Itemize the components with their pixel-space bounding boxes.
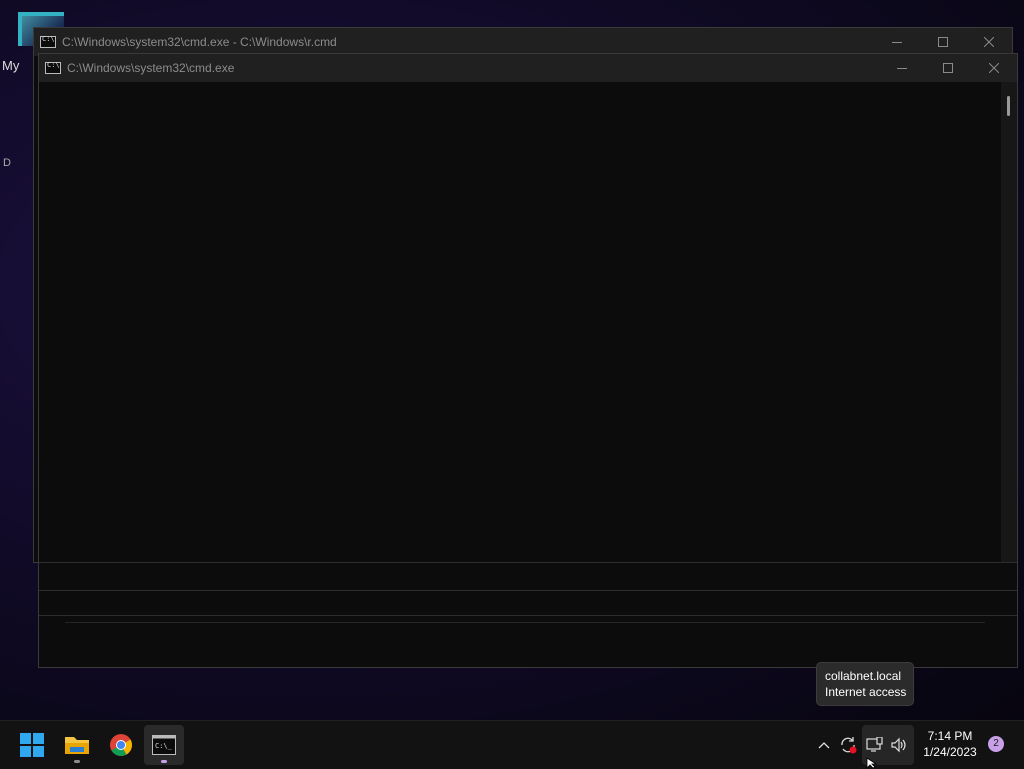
- inner-panel-edge: [65, 616, 985, 623]
- close-button[interactable]: [966, 28, 1012, 56]
- folder-icon: [65, 737, 89, 754]
- vertical-scrollbar[interactable]: [1001, 82, 1017, 563]
- desktop-icon-label[interactable]: My: [2, 58, 19, 73]
- minimize-button[interactable]: [874, 28, 920, 56]
- network-tooltip: collabnet.local Internet access: [816, 662, 914, 706]
- cmd-icon: [45, 61, 61, 74]
- mouse-cursor-icon: [866, 757, 878, 769]
- sync-status-button[interactable]: [836, 721, 860, 769]
- volume-icon: [891, 737, 906, 753]
- network-icon: [866, 737, 883, 752]
- maximize-button[interactable]: [925, 54, 971, 82]
- minimize-icon: [892, 42, 902, 43]
- start-button[interactable]: [12, 725, 52, 765]
- chrome-icon: [110, 734, 132, 756]
- command-prompt-button[interactable]: C:\_: [144, 725, 184, 765]
- cmd-icon: [40, 35, 56, 48]
- file-explorer-button[interactable]: [57, 725, 97, 765]
- close-button[interactable]: [971, 54, 1017, 82]
- sync-icon: [841, 737, 857, 754]
- notification-badge[interactable]: 2: [988, 736, 1004, 752]
- divider: [39, 590, 1017, 591]
- maximize-icon: [943, 63, 953, 73]
- cmd-window-back-titlebar[interactable]: C:\Windows\system32\cmd.exe - C:\Windows…: [34, 28, 1012, 56]
- minimize-button[interactable]: [879, 54, 925, 82]
- desktop-icon-label-2[interactable]: D: [3, 157, 11, 169]
- clock[interactable]: 7:14 PM 1/24/2023: [918, 728, 982, 760]
- clock-time: 7:14 PM: [927, 729, 973, 743]
- active-indicator: [161, 760, 167, 763]
- chrome-button[interactable]: [101, 725, 141, 765]
- tooltip-status: Internet access: [825, 685, 907, 699]
- windows-logo-icon: [20, 733, 44, 757]
- tooltip-domain: collabnet.local: [825, 669, 902, 683]
- cmd-window-front-titlebar[interactable]: C:\Windows\system32\cmd.exe: [39, 54, 1017, 82]
- window-title: C:\Windows\system32\cmd.exe: [67, 61, 235, 75]
- clock-date: 1/24/2023: [923, 745, 977, 759]
- tray-overflow-button[interactable]: [812, 721, 836, 769]
- scrollbar-thumb[interactable]: [1007, 96, 1010, 116]
- window-title: C:\Windows\system32\cmd.exe - C:\Windows…: [62, 35, 337, 49]
- close-icon: [984, 37, 994, 47]
- maximize-button[interactable]: [920, 28, 966, 56]
- minimize-icon: [897, 68, 907, 69]
- cmd-window-front[interactable]: C:\Windows\system32\cmd.exe: [38, 53, 1018, 668]
- console-output-area[interactable]: [39, 82, 1017, 667]
- svg-text:C:\_: C:\_: [155, 742, 173, 750]
- divider: [39, 562, 1017, 563]
- close-icon: [989, 63, 999, 73]
- cmd-icon: C:\_: [152, 735, 176, 755]
- running-indicator: [74, 760, 80, 763]
- chevron-up-icon: [818, 742, 830, 749]
- maximize-icon: [938, 37, 948, 47]
